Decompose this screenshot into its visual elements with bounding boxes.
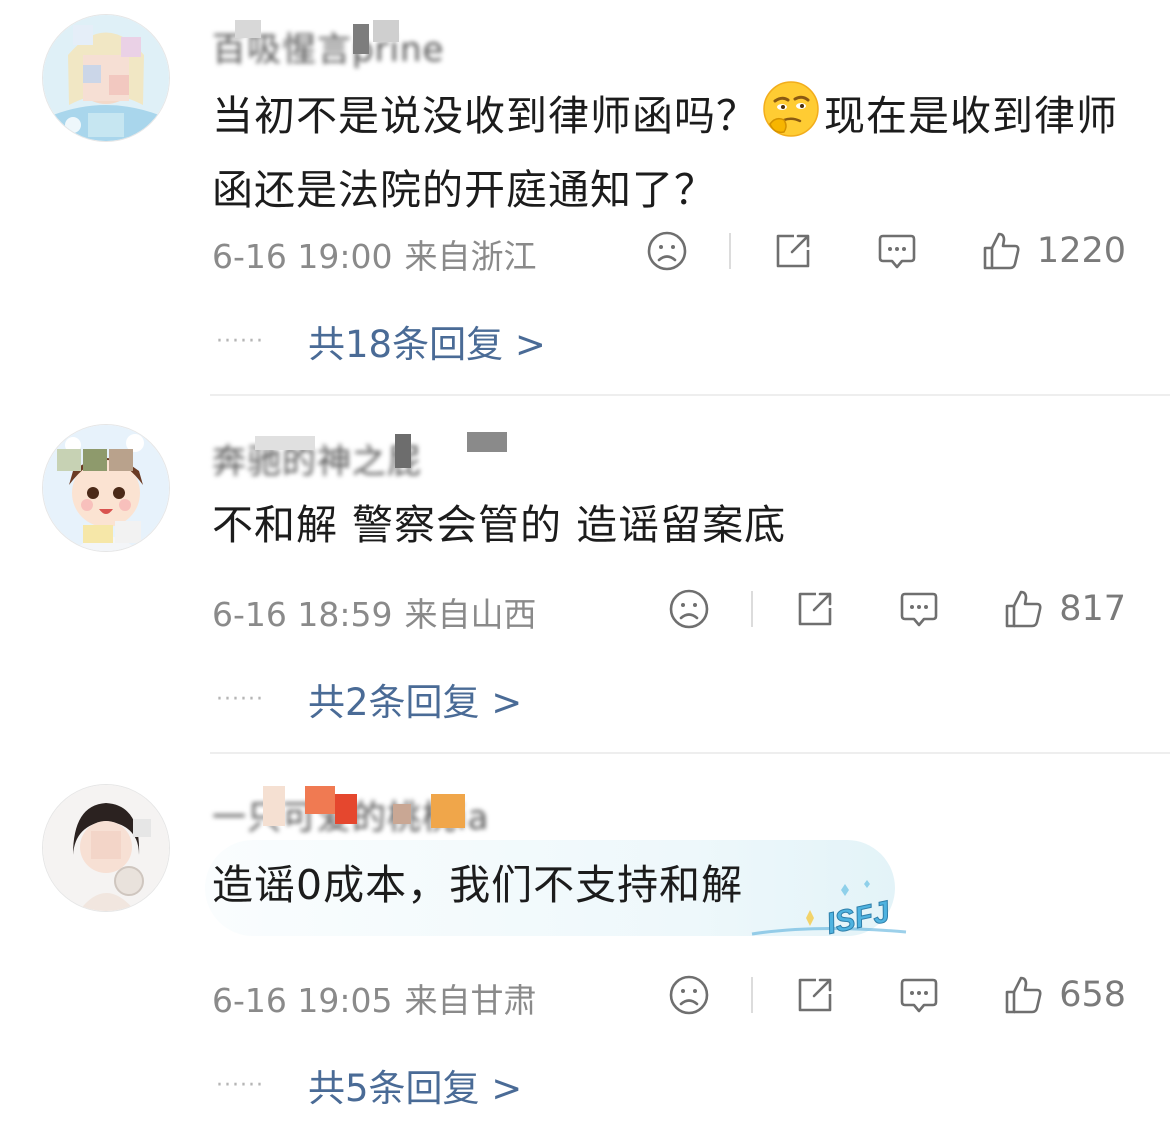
divider (751, 977, 754, 1013)
comment-meta: 6-16 19:05 来自甘肃 (212, 974, 537, 1022)
reply-button[interactable] (897, 974, 941, 1016)
thumbs-up-icon (1005, 590, 1042, 628)
dislike-button[interactable] (645, 230, 689, 272)
reply-button[interactable] (897, 588, 941, 630)
divider (751, 591, 754, 627)
comment-icon (878, 234, 916, 269)
comment-meta: 6-16 18:59 来自山西 (212, 588, 537, 636)
share-icon (776, 234, 810, 268)
sad-face-icon (669, 975, 709, 1015)
comment-date: 6-16 18:59 (212, 595, 393, 634)
badge-text: ISFJ (824, 895, 894, 940)
dislike-button[interactable] (667, 588, 711, 630)
comment-text: 当初不是说没收到律师函吗？ 现在是收到律师函还是法院的开庭通知了？ (212, 80, 1132, 223)
divider (728, 233, 731, 269)
reply-count: 共18条回复 > (308, 323, 546, 366)
comment-text: 不和解 警察会管的 造谣留案底 (212, 501, 787, 549)
comment-text: 造谣0成本，我们不支持和解 (212, 861, 744, 909)
reply-count: 共2条回复 > (308, 681, 523, 724)
comment-icon (900, 592, 938, 627)
thinking-face-emoji (762, 80, 820, 157)
reply-count: 共5条回复 > (308, 1067, 523, 1110)
comment-date: 6-16 19:00 (212, 237, 393, 276)
dislike-button[interactable] (667, 974, 711, 1016)
view-replies-link[interactable]: ······ 共2条回复 > (216, 672, 522, 726)
thumbs-up-icon (1005, 976, 1042, 1014)
reply-dots: ······ (216, 1072, 264, 1098)
comment-region: 来自浙江 (404, 237, 537, 276)
reply-button[interactable] (875, 230, 919, 272)
avatar[interactable] (42, 424, 170, 552)
comment-actions: 658 (667, 970, 1126, 1020)
thumbs-up-icon (983, 232, 1020, 270)
like-count: 1220 (1036, 231, 1126, 271)
sad-face-icon (647, 231, 687, 271)
comment-region: 来自山西 (404, 595, 537, 634)
share-button[interactable] (793, 974, 837, 1016)
like-button[interactable]: 658 (1003, 974, 1126, 1016)
username[interactable]: 奔驰的神之屁 (212, 434, 422, 482)
reply-dots: ······ (216, 328, 264, 354)
comment-icon (900, 978, 938, 1013)
comment-text-part: 当初不是说没收到律师函吗？ (212, 92, 758, 140)
avatar[interactable] (42, 784, 170, 912)
like-button[interactable]: 817 (1003, 588, 1126, 630)
like-button[interactable]: 1220 (981, 230, 1126, 272)
reply-dots: ······ (216, 686, 264, 712)
avatar[interactable] (42, 14, 170, 142)
comment-actions: 1220 (645, 226, 1126, 276)
sad-face-icon (669, 589, 709, 629)
view-replies-link[interactable]: ······ 共18条回复 > (216, 314, 546, 368)
share-icon (798, 592, 832, 626)
comment-actions: 817 (667, 584, 1126, 634)
comment-date: 6-16 19:05 (212, 981, 393, 1020)
share-button[interactable] (771, 230, 815, 272)
like-count: 658 (1059, 975, 1126, 1015)
comment-region: 来自甘肃 (404, 981, 537, 1020)
isfj-badge: ISFJ (746, 876, 916, 944)
comment-meta: 6-16 19:00 来自浙江 (212, 230, 537, 278)
share-icon (798, 978, 832, 1012)
like-count: 817 (1059, 589, 1126, 629)
view-replies-link[interactable]: ······ 共5条回复 > (216, 1058, 522, 1112)
share-button[interactable] (793, 588, 837, 630)
divider (210, 752, 1170, 754)
divider (210, 394, 1170, 396)
